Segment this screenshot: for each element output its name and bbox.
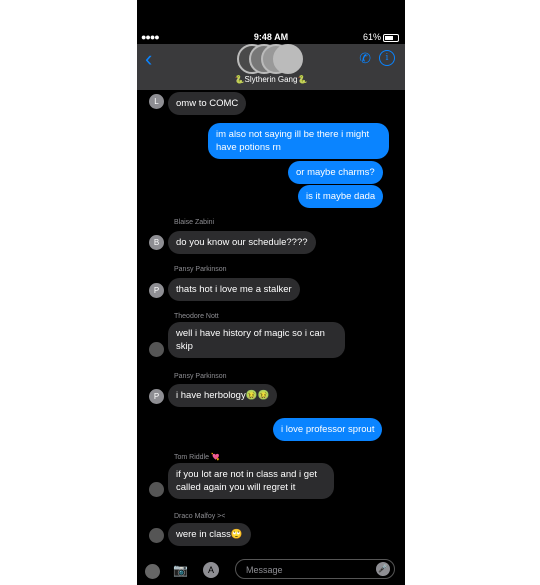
app-store-icon[interactable]: A <box>203 562 219 578</box>
sender-name: Theodore Nott <box>174 313 219 320</box>
battery-percent: 61% <box>362 32 381 42</box>
avatar[interactable]: L <box>149 94 164 109</box>
camera-icon[interactable]: 📷 <box>173 563 189 577</box>
status-bar: ●●●● 9:48 AM 61% <box>137 30 405 44</box>
sender-name: Pansy Parkinson <box>174 266 227 273</box>
avatar[interactable] <box>145 564 160 579</box>
incoming-message[interactable]: do you know our schedule???? <box>168 231 316 254</box>
avatar[interactable] <box>149 342 164 357</box>
avatar[interactable] <box>149 482 164 497</box>
sender-name: Blaise Zabini <box>174 219 215 226</box>
incoming-message[interactable]: if you lot are not in class and i get ca… <box>168 463 334 499</box>
battery-status: 61% <box>363 32 399 42</box>
avatar[interactable] <box>149 528 164 543</box>
sender-name: Tom Riddle 💘 <box>174 454 220 461</box>
phone-icon[interactable]: ✆ <box>359 50 371 67</box>
outgoing-message[interactable]: i love professor sprout <box>273 418 383 441</box>
outgoing-message[interactable]: is it maybe dada <box>298 185 384 208</box>
avatar[interactable]: B <box>149 235 164 250</box>
battery-icon <box>383 33 399 42</box>
message-field[interactable]: 🎤 <box>235 559 395 579</box>
back-chevron-icon[interactable]: ‹ <box>145 46 152 72</box>
incoming-message[interactable]: omw to COMC <box>168 92 247 115</box>
outgoing-message[interactable]: or maybe charms? <box>288 161 383 184</box>
incoming-message[interactable]: well i have history of magic so i can sk… <box>168 322 345 358</box>
avatar[interactable]: P <box>149 283 164 298</box>
sender-name: Draco Malfoy >< <box>174 513 226 520</box>
group-avatar-stack[interactable] <box>237 44 307 74</box>
incoming-message[interactable]: thats hot i love me a stalker <box>168 278 300 301</box>
messages-screen: ●●●● 9:48 AM 61% ‹ 🐍Slytherin Gang🐍 ✆ i … <box>137 0 405 585</box>
microphone-icon[interactable]: 🎤 <box>376 562 390 576</box>
avatar <box>273 44 303 74</box>
group-name[interactable]: 🐍Slytherin Gang🐍 <box>137 75 405 84</box>
incoming-message[interactable]: i have herbology🤢🤢 <box>168 384 278 407</box>
outgoing-message[interactable]: im also not saying ill be there i might … <box>208 123 389 159</box>
message-input[interactable] <box>244 562 368 578</box>
avatar[interactable]: P <box>149 389 164 404</box>
conversation-header: ‹ 🐍Slytherin Gang🐍 ✆ i <box>137 44 405 90</box>
compose-bar: 📷 A 🎤 <box>137 555 405 585</box>
incoming-message[interactable]: were in class🙄 <box>168 523 251 546</box>
sender-name: Pansy Parkinson <box>174 373 227 380</box>
info-icon[interactable]: i <box>379 50 395 66</box>
